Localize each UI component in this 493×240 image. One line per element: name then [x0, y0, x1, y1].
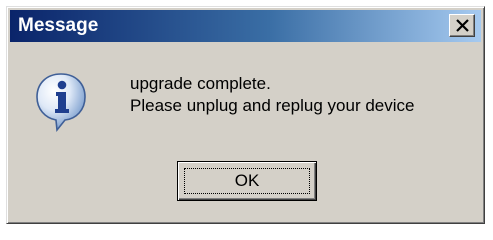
information-icon	[36, 73, 86, 133]
close-button[interactable]	[449, 14, 475, 37]
window-title: Message	[18, 15, 99, 36]
message-line-2: Please unplug and replug your device	[130, 96, 415, 115]
message-text: upgrade complete. Please unplug and repl…	[130, 73, 414, 117]
close-icon	[456, 19, 469, 32]
message-line-1: upgrade complete.	[130, 74, 271, 93]
title-bar[interactable]: Message	[10, 10, 481, 42]
ok-button[interactable]: OK	[177, 161, 317, 201]
ok-button-label: OK	[234, 171, 260, 190]
message-dialog: Message upgrade complete. Please unplug …	[6, 6, 485, 224]
